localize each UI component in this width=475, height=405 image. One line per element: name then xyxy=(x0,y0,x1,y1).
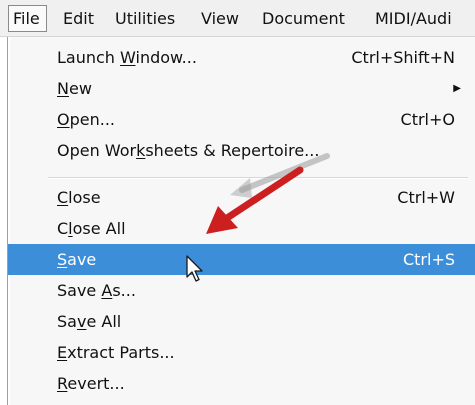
menu-item-save-as[interactable]: Save As... xyxy=(8,275,475,306)
menu-item-shortcut: Ctrl+O xyxy=(400,110,455,129)
menu-item-shortcut: Ctrl+Shift+N xyxy=(351,48,455,67)
menu-item-label: Open... xyxy=(57,110,115,129)
menu-item-label: Close xyxy=(57,188,101,207)
menu-item-new[interactable]: New ▶ xyxy=(8,73,475,104)
menubar-midi-audio[interactable]: MIDI/Audi xyxy=(375,0,452,37)
menu-item-label: Save As... xyxy=(57,281,136,300)
red-arrow-annotation-icon xyxy=(206,166,304,234)
menu-item-label: New xyxy=(57,79,92,98)
menubar-file[interactable]: File xyxy=(8,5,47,32)
triangle-right-icon: ▶ xyxy=(453,83,461,94)
menubar-utilities[interactable]: Utilities xyxy=(115,0,175,37)
menu-item-launch-window[interactable]: Launch Window... Ctrl+Shift+N xyxy=(8,42,475,73)
menu-item-label: Revert... xyxy=(57,374,125,393)
menu-bar: File Edit Utilities View Document MIDI/A… xyxy=(0,0,475,37)
menu-item-extract-parts[interactable]: Extract Parts... xyxy=(8,337,475,368)
menubar-document[interactable]: Document xyxy=(262,0,345,37)
mouse-pointer-icon xyxy=(186,255,203,282)
menu-item-label: Close All xyxy=(57,219,126,238)
menu-item-label: Launch Window... xyxy=(57,48,197,67)
menu-item-label: Extract Parts... xyxy=(57,343,175,362)
menu-item-save-all[interactable]: Save All xyxy=(8,306,475,337)
menu-item-open[interactable]: Open... Ctrl+O xyxy=(8,104,475,135)
menu-item-shortcut: Ctrl+W xyxy=(397,188,455,207)
menubar-view[interactable]: View xyxy=(201,0,239,37)
menu-item-label: Save xyxy=(57,250,97,269)
menu-item-save[interactable]: Save Ctrl+S xyxy=(8,244,475,275)
menu-item-shortcut: Ctrl+S xyxy=(402,250,455,269)
menu-item-revert[interactable]: Revert... xyxy=(8,368,475,399)
menu-item-label: Save All xyxy=(57,312,122,331)
menubar-edit[interactable]: Edit xyxy=(63,0,94,37)
